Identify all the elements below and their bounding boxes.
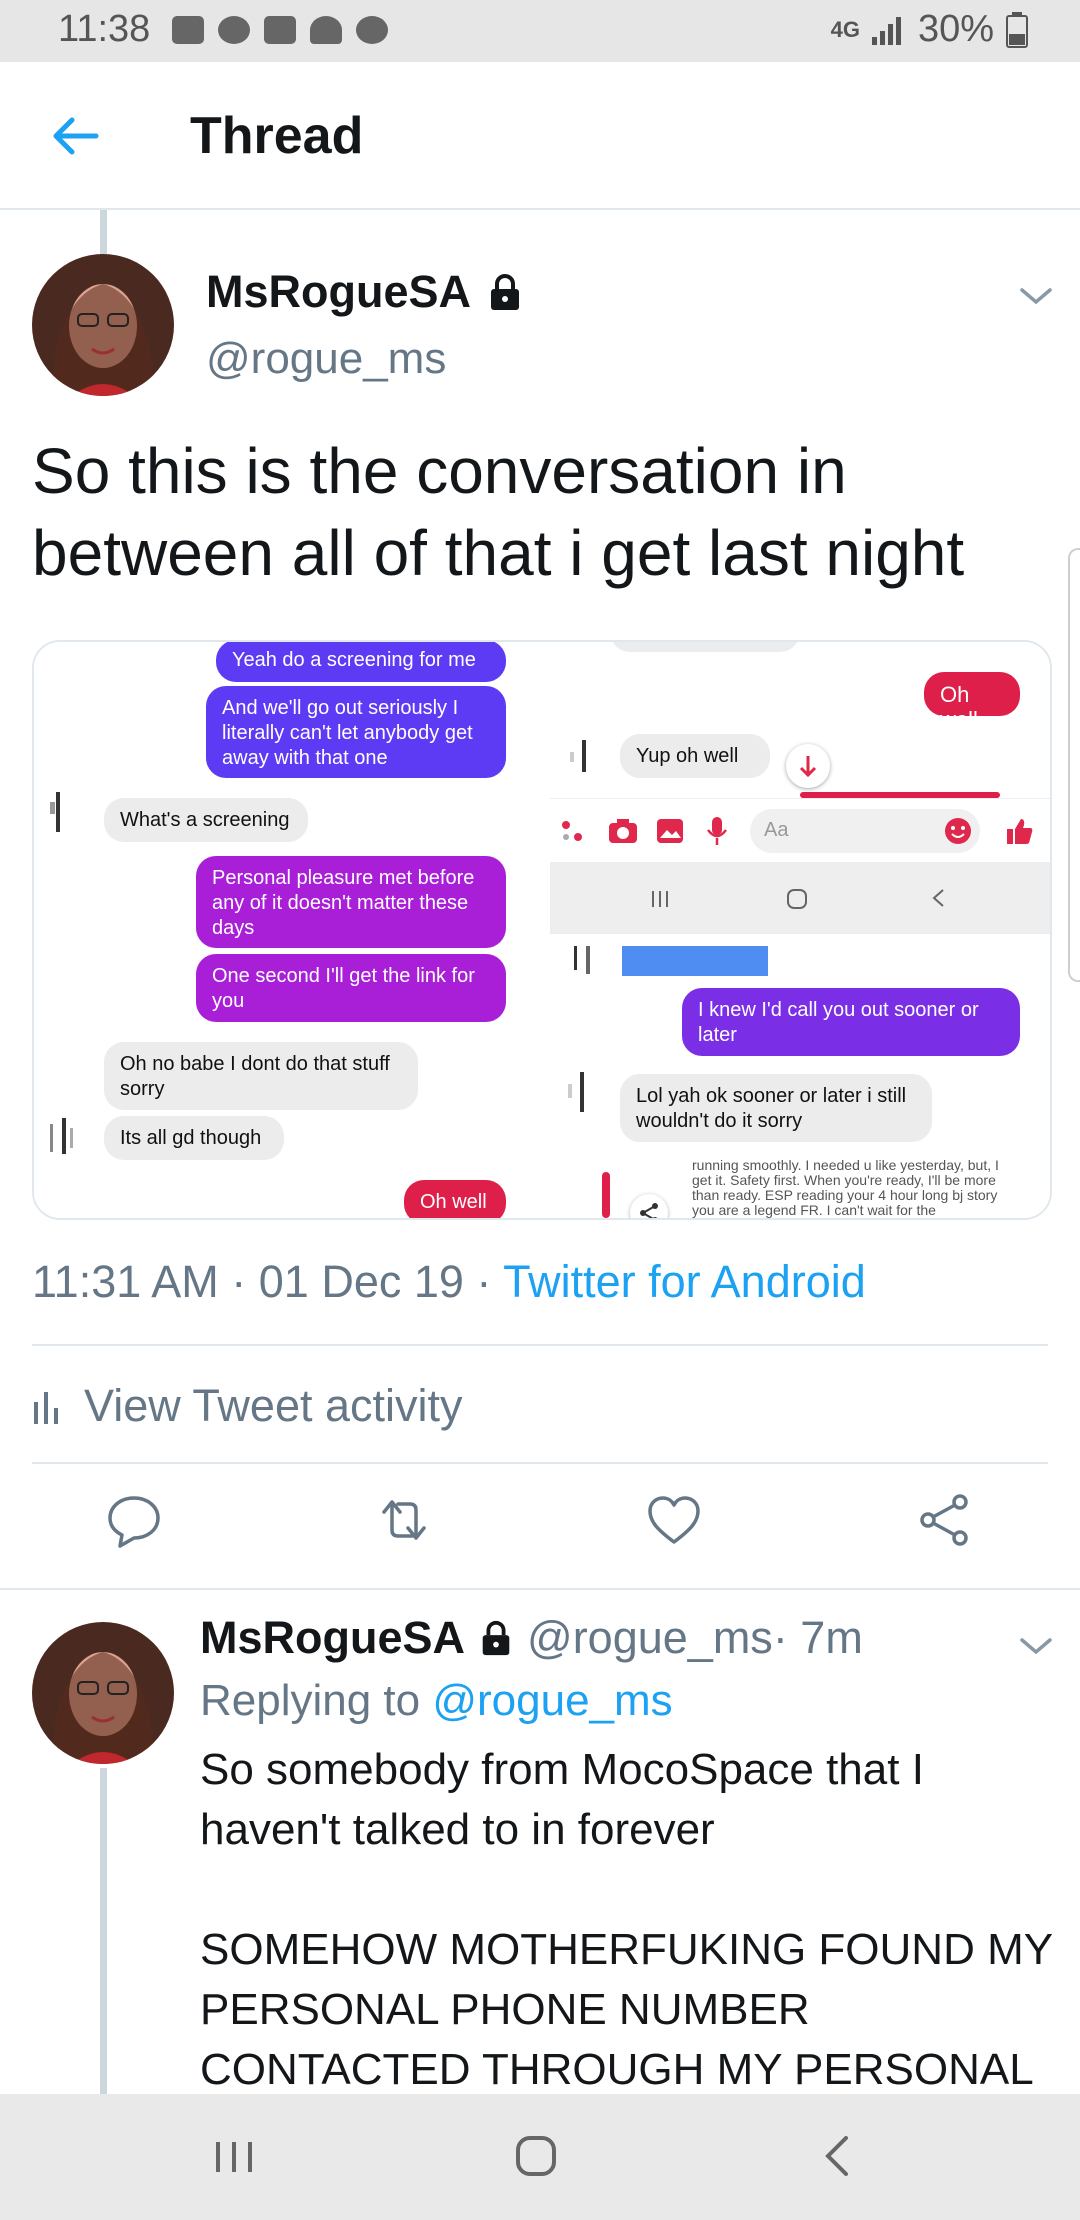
chat-bubble: Personal pleasure met before any of it d… [196, 856, 506, 948]
tweet-text: So this is the conversation in between a… [32, 435, 965, 589]
camera-icon[interactable] [608, 818, 638, 844]
reddit-notification-icon [218, 16, 250, 44]
chat-bubble: I knew I'd call you out sooner or later [682, 988, 1020, 1056]
media-divider-horizontal [550, 934, 1050, 946]
reply-header[interactable]: MsRogueSA @rogue_ms · 7m [200, 1612, 863, 1664]
message-composer-input[interactable]: Aa [750, 809, 980, 853]
chat-bubble: Yeah do a screening for me [216, 642, 506, 682]
tweet-actions [0, 1490, 1080, 1562]
app-bar: Thread [0, 62, 1080, 210]
thumbs-up-icon[interactable] [1004, 816, 1034, 846]
status-time: 11:38 [58, 8, 151, 50]
contact-avatar-icon [50, 792, 60, 832]
contact-avatar-icon [570, 740, 586, 772]
reply-time: · 7m [772, 1612, 863, 1663]
contact-avatar-icon [574, 946, 590, 974]
scrollbar[interactable] [1068, 548, 1080, 982]
weather-notification-icon [310, 16, 342, 44]
chat-bubble-partial [610, 642, 800, 652]
blue-image-partial [622, 946, 768, 976]
android-nav-in-screenshot [550, 862, 1050, 934]
chat-bubble: Yup oh well [620, 734, 770, 778]
replying-prefix: Replying to [200, 1676, 433, 1725]
back-icon [932, 889, 944, 907]
media-right-top-screenshot[interactable]: Oh well Yup oh well Aa [550, 642, 1050, 934]
network-label: 4G [830, 16, 860, 42]
contact-avatar-icon [50, 1118, 73, 1154]
status-right: 4G 30% [831, 8, 1028, 51]
chat-bubble: What's a screening [104, 798, 308, 842]
chat-bubble: Oh no babe I dont do that stuff sorry [104, 1042, 418, 1110]
view-tweet-activity-button[interactable]: View Tweet activity [32, 1380, 463, 1432]
composer-bar: Aa [550, 798, 1050, 863]
divider [32, 1344, 1048, 1346]
tweet-source-link[interactable]: Twitter for Android [503, 1256, 866, 1307]
lock-icon [482, 1620, 510, 1656]
share-icon[interactable] [914, 1490, 974, 1550]
divider [0, 1588, 1080, 1590]
page-title: Thread [190, 107, 364, 165]
contact-avatar-icon [568, 1072, 584, 1112]
red-avatar-partial [602, 1172, 610, 1218]
lock-icon [491, 274, 520, 310]
home-icon[interactable] [504, 2124, 568, 2188]
like-heart-icon[interactable] [644, 1490, 704, 1550]
reply-handle: @rogue_ms [527, 1612, 773, 1663]
chevron-down-icon[interactable] [1018, 284, 1054, 308]
back-arrow-icon[interactable] [48, 110, 100, 162]
system-nav-bar [0, 2094, 1080, 2220]
media-left-screenshot[interactable]: Yeah do a screening for me And we'll go … [34, 642, 532, 1218]
attachment-preview-text: running smoothly. I needed u like yester… [692, 1158, 999, 1218]
display-name: MsRogueSA [206, 266, 472, 317]
image-icon[interactable] [656, 818, 684, 844]
share-icon [640, 1203, 658, 1218]
battery-icon [1006, 11, 1028, 48]
reply-display-name: MsRogueSA [200, 1612, 466, 1663]
divider [32, 1462, 1048, 1464]
share-button[interactable] [630, 1194, 668, 1218]
tweet-meta: 11:31 AM · 01 Dec 19 · Twitter for Andro… [32, 1256, 866, 1308]
notification-icons [172, 16, 388, 44]
avatar[interactable] [32, 1622, 174, 1764]
heart-notification-icon [356, 16, 388, 44]
emoji-icon[interactable] [944, 817, 972, 845]
arrow-down-icon [799, 756, 817, 778]
retweet-icon[interactable] [374, 1490, 434, 1550]
reply-text: So somebody from MocoSpace that I haven'… [200, 1745, 1053, 2094]
tweet-timestamp: 11:31 AM · 01 Dec 19 · [32, 1256, 504, 1307]
thread-line-bottom [100, 1768, 107, 2094]
video-notification-icon [172, 16, 204, 44]
status-bar: 11:38 4G 30% [0, 0, 1080, 62]
recents-icon[interactable] [202, 2124, 266, 2188]
chevron-down-icon[interactable] [1018, 1634, 1054, 1658]
chat-bubble: Lol yah ok sooner or later i still would… [620, 1074, 932, 1142]
battery-percent: 30% [917, 8, 994, 50]
chat-bubble: Its all gd though [104, 1116, 284, 1160]
back-icon[interactable] [806, 2124, 870, 2188]
chat-bubble: And we'll go out seriously I literally c… [206, 686, 506, 778]
tweet-media[interactable]: Yeah do a screening for me And we'll go … [32, 640, 1052, 1220]
thread-line-top [100, 210, 107, 254]
scroll-down-button[interactable] [786, 744, 830, 788]
chat-bubble: One second I'll get the link for you [196, 954, 506, 1022]
microphone-icon[interactable] [706, 816, 728, 846]
author-handle[interactable]: @rogue_ms [206, 334, 446, 384]
composer-placeholder: Aa [764, 819, 789, 841]
media-divider [532, 642, 550, 1218]
replying-to: Replying to @rogue_ms [200, 1676, 673, 1726]
bar-chart-icon [34, 1392, 58, 1424]
home-icon [787, 889, 807, 909]
chat-bubble: Oh well [924, 672, 1020, 732]
media-right-bottom-screenshot[interactable]: I knew I'd call you out sooner or later … [550, 946, 1050, 1218]
signal-icon [871, 16, 901, 45]
replying-to-link[interactable]: @rogue_ms [432, 1676, 672, 1725]
avatar[interactable] [32, 254, 174, 396]
more-icon[interactable] [560, 819, 584, 843]
recents-icon [652, 891, 668, 907]
video-notification-icon-2 [264, 16, 296, 44]
activity-label: View Tweet activity [84, 1380, 463, 1431]
author-name[interactable]: MsRogueSA [206, 266, 525, 318]
chat-bubble: Oh well [404, 1180, 506, 1218]
reply-icon[interactable] [104, 1490, 164, 1550]
